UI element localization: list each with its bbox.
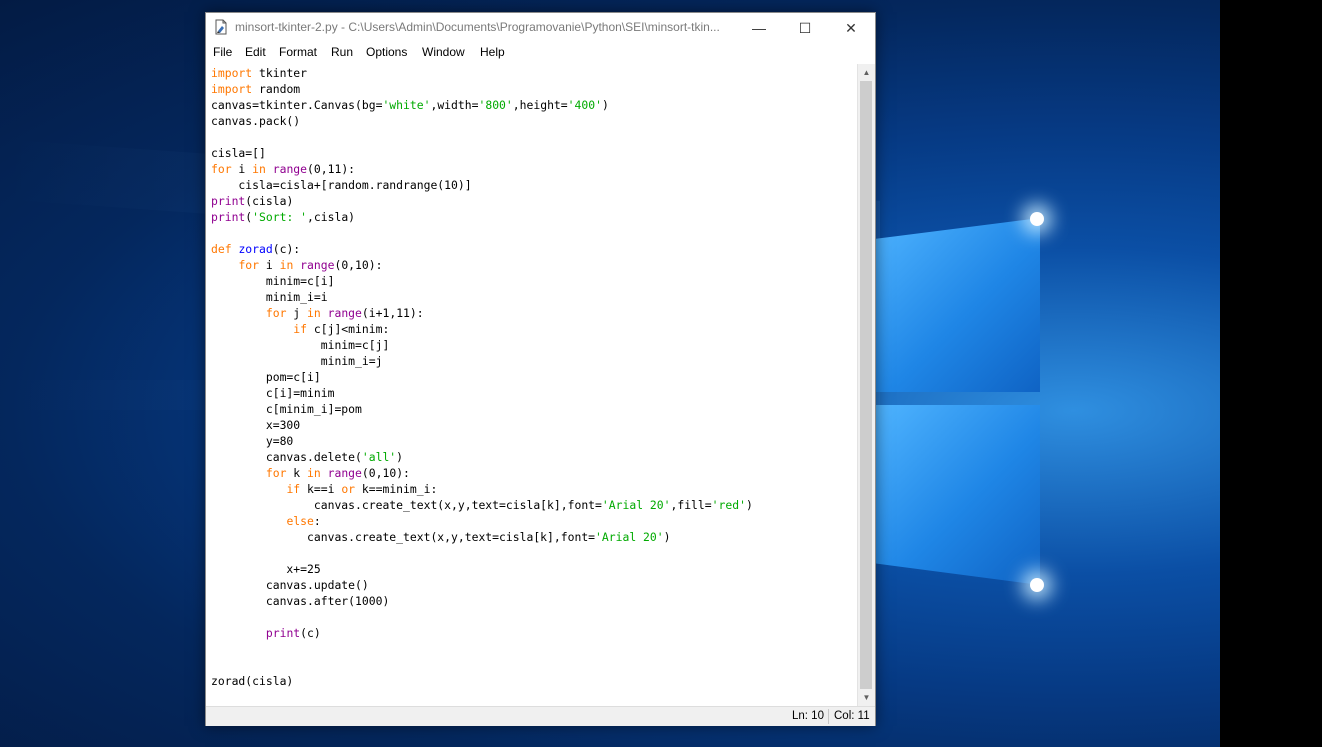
minimize-icon: — (752, 20, 766, 36)
window-title: minsort-tkinter-2.py - C:\Users\Admin\Do… (235, 20, 720, 34)
title-bar[interactable]: minsort-tkinter-2.py - C:\Users\Admin\Do… (206, 13, 875, 43)
line-number: Ln: 10 (792, 710, 824, 722)
scrollbar-thumb[interactable] (860, 81, 872, 689)
scroll-up-button[interactable]: ▲ (858, 64, 875, 81)
logo-glow (1030, 578, 1044, 592)
maximize-button[interactable]: ☐ (782, 13, 828, 43)
menu-help[interactable]: Help (480, 45, 505, 59)
menu-bar: File Edit Format Run Options Window Help (206, 43, 875, 63)
scroll-down-button[interactable]: ▼ (858, 689, 875, 706)
menu-window[interactable]: Window (422, 45, 465, 59)
logo-pane (875, 218, 1040, 392)
menu-format[interactable]: Format (279, 45, 317, 59)
vertical-scrollbar[interactable]: ▲ ▼ (857, 64, 875, 706)
close-button[interactable]: ✕ (828, 13, 874, 43)
screen-border (1220, 0, 1322, 747)
python-file-icon (215, 19, 227, 35)
menu-file[interactable]: File (213, 45, 232, 59)
code-editor[interactable]: import tkinter import random canvas=tkin… (206, 64, 857, 706)
minimize-button[interactable]: — (736, 13, 782, 43)
idle-editor-window: minsort-tkinter-2.py - C:\Users\Admin\Do… (205, 12, 876, 726)
status-bar: Ln: 10 Col: 11 (206, 706, 875, 726)
close-icon: ✕ (845, 19, 857, 36)
menu-run[interactable]: Run (331, 45, 353, 59)
status-divider (828, 709, 829, 724)
menu-edit[interactable]: Edit (245, 45, 266, 59)
arrow-up-icon: ▲ (862, 68, 871, 77)
logo-pane (875, 405, 1040, 585)
arrow-down-icon: ▼ (862, 693, 871, 702)
menu-options[interactable]: Options (366, 45, 407, 59)
code-text[interactable]: import tkinter import random canvas=tkin… (211, 65, 753, 689)
column-number: Col: 11 (834, 710, 870, 722)
maximize-icon: ☐ (798, 19, 812, 36)
logo-glow (1030, 212, 1044, 226)
